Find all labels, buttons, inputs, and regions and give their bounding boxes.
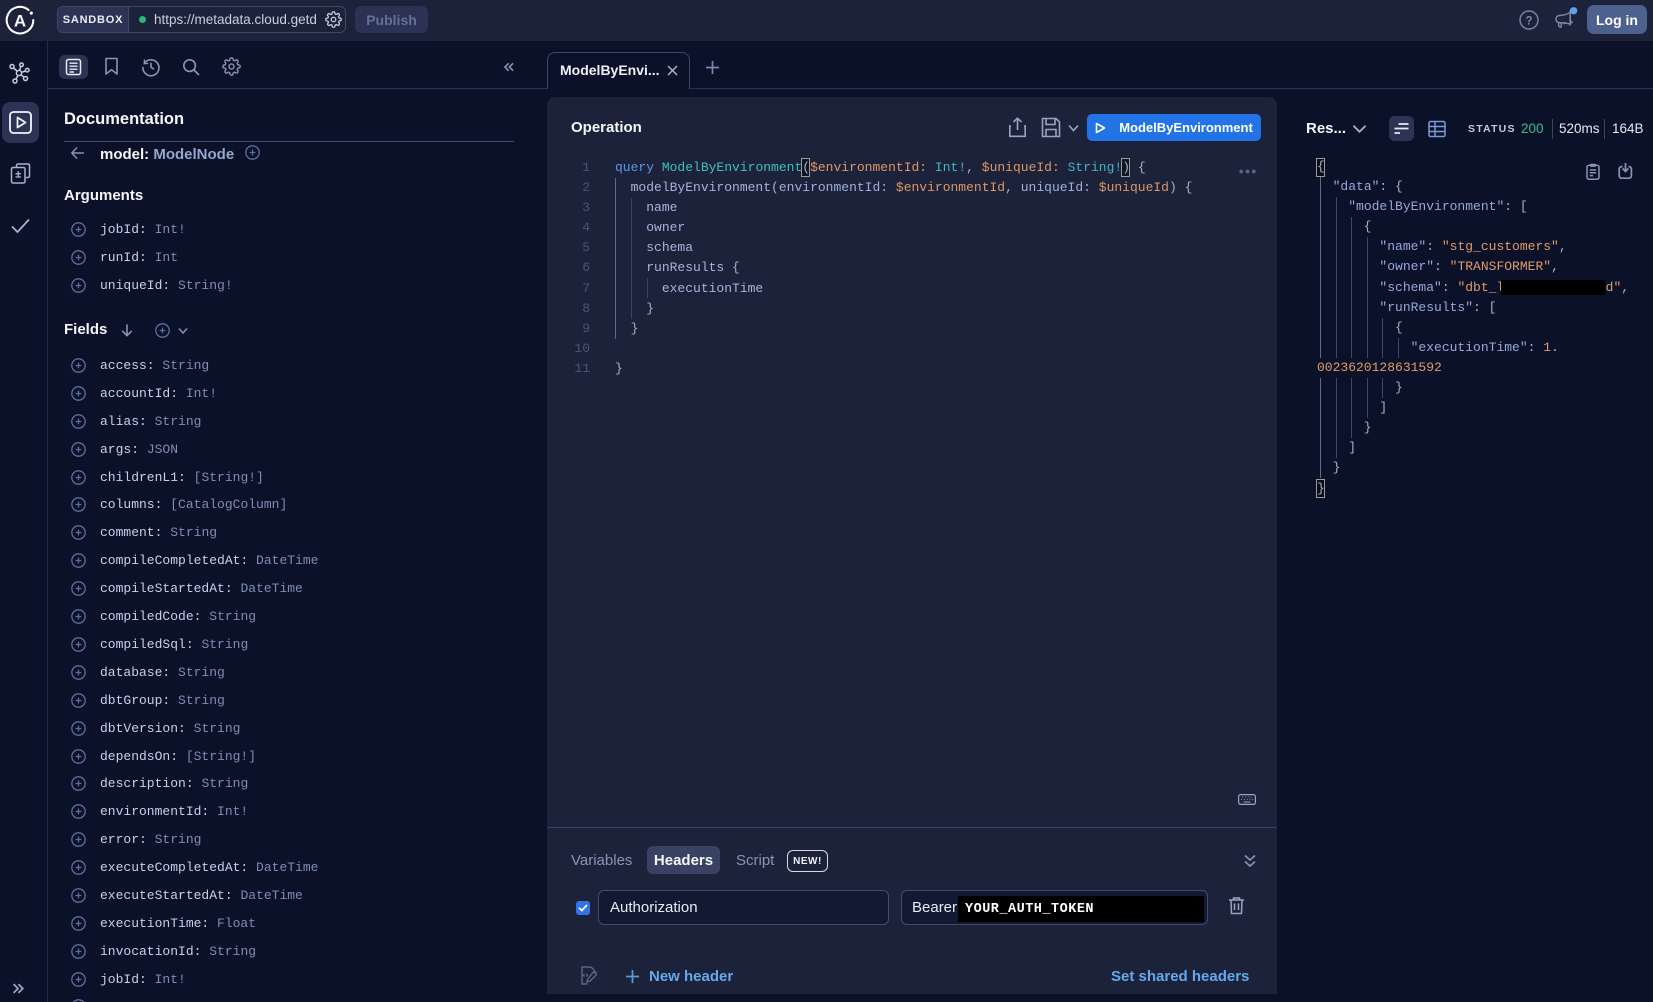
svg-text:A: A bbox=[14, 12, 26, 31]
svg-text:?: ? bbox=[1525, 15, 1532, 27]
